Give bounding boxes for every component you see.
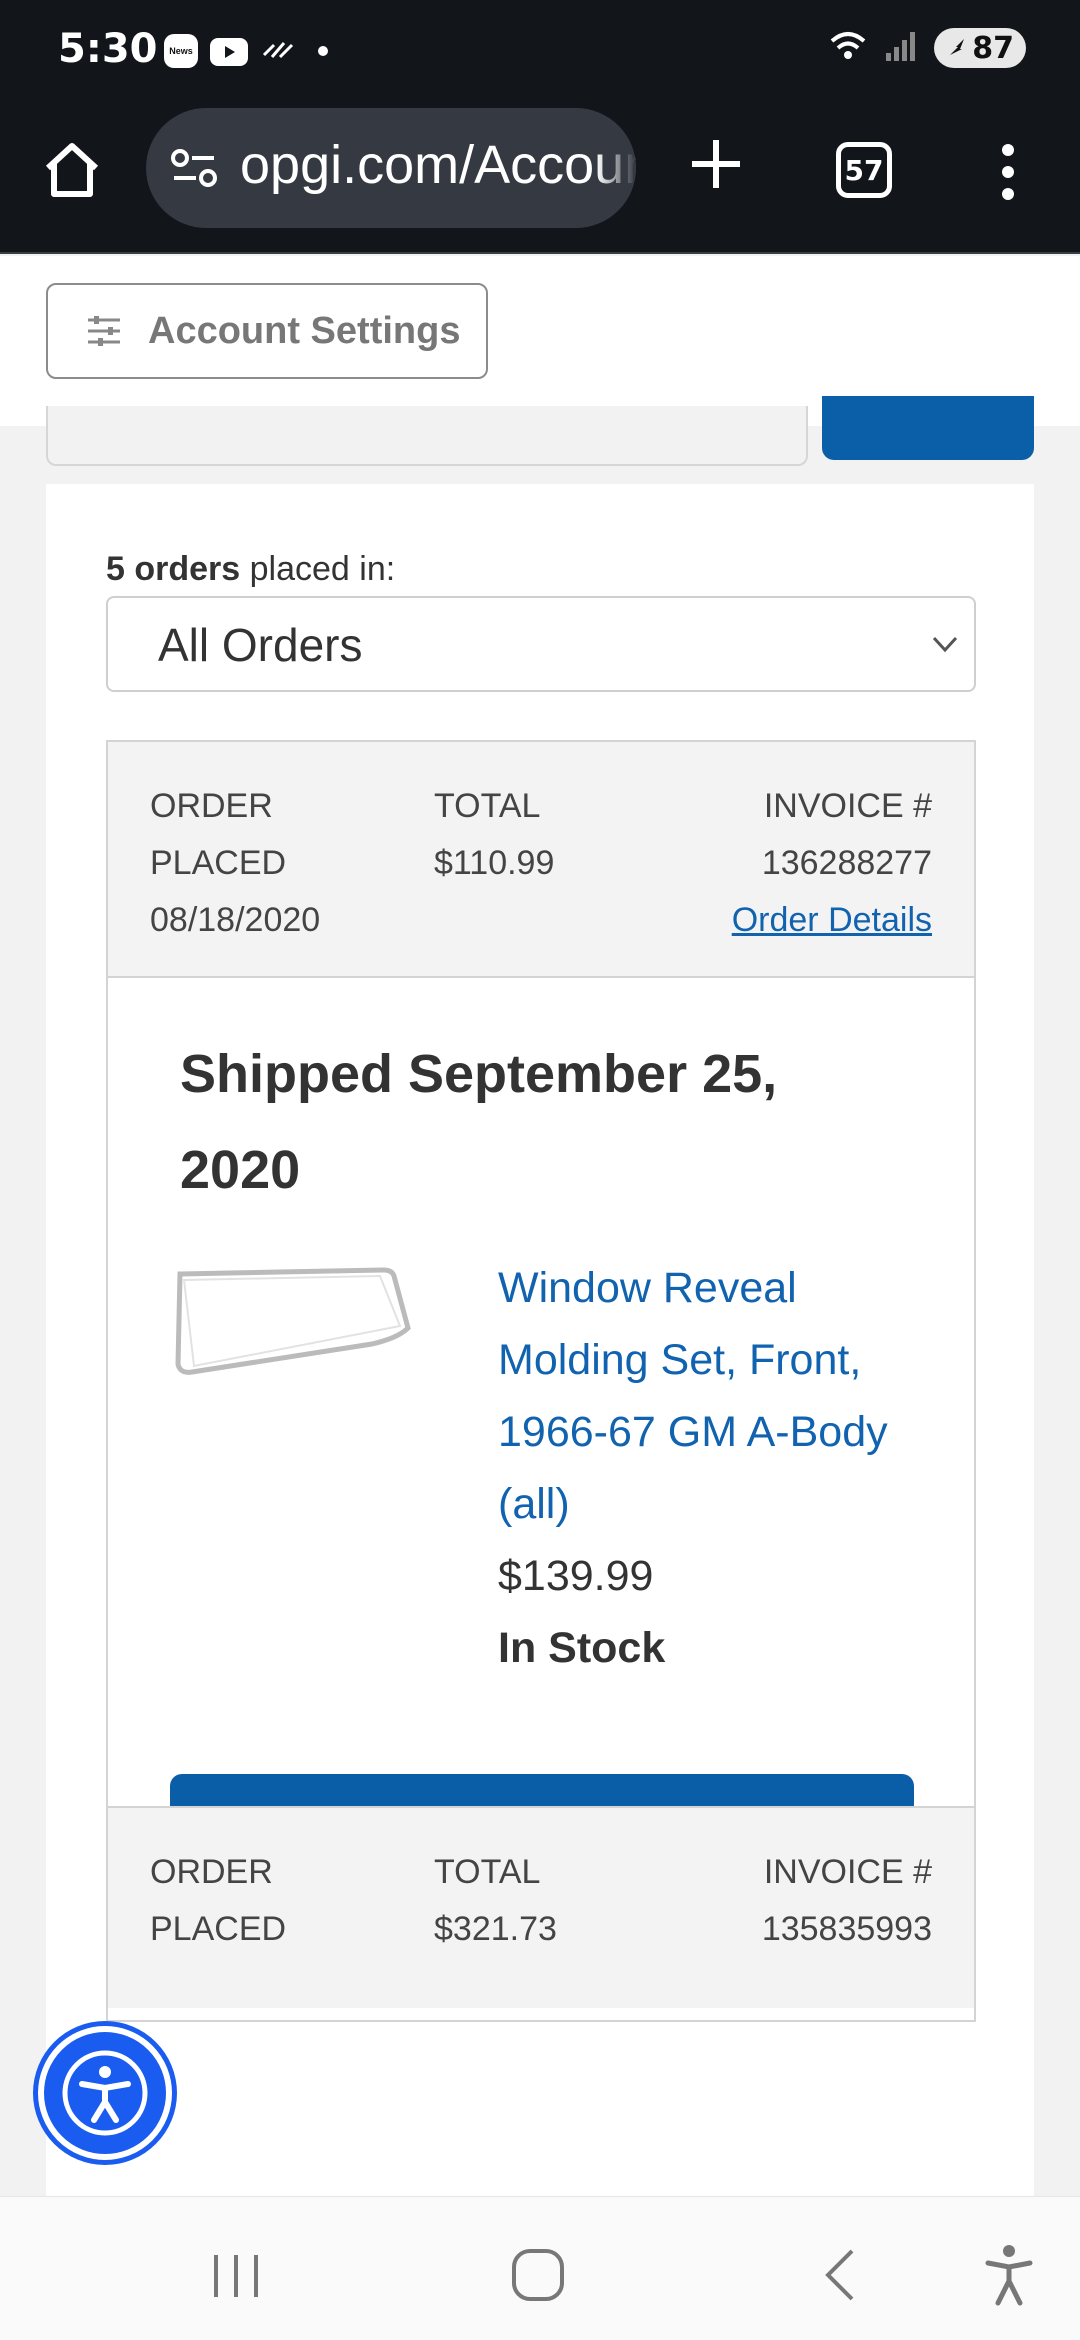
order-total: TOTAL $110.99 — [434, 778, 654, 892]
order-header: ORDER PLACED 08/18/2020 TOTAL $110.99 IN… — [108, 742, 974, 978]
site-settings-icon[interactable] — [170, 148, 220, 188]
status-time: 5:30 — [58, 26, 158, 72]
product-info: Window Reveal Molding Set, Front, 1966-6… — [498, 1252, 938, 1684]
recent-apps-icon[interactable] — [210, 2251, 262, 2301]
product-image[interactable] — [172, 1264, 412, 1384]
url-fade — [596, 108, 636, 228]
more-icon[interactable] — [990, 140, 1026, 204]
orders-filter-value: All Orders — [158, 619, 363, 671]
nav-home-icon[interactable] — [510, 2247, 566, 2303]
system-nav-bar — [0, 2196, 1080, 2340]
signal-icon — [884, 29, 918, 68]
order-total-value: $321.73 — [434, 1910, 557, 1948]
account-settings-label: Account Settings — [148, 309, 461, 352]
status-bar: 5:30 News 87 — [0, 0, 1080, 100]
url-text: opgi.com/Account — [240, 135, 636, 195]
order-invoice: INVOICE # 135835993 — [632, 1844, 932, 1958]
sliders-icon — [88, 316, 120, 346]
chevron-down-icon — [932, 636, 958, 653]
order-details-link[interactable]: Order Details — [732, 901, 932, 939]
youtube-icon — [210, 38, 248, 66]
battery-level: 87 — [972, 30, 1014, 66]
order-placed: ORDER PLACED 08/18/2020 — [150, 778, 400, 949]
accessibility-icon — [62, 2050, 148, 2136]
order-header: ORDER PLACED TOTAL $321.73 INVOICE # 135… — [108, 1808, 974, 2008]
browser-toolbar: opgi.com/Account 57 — [0, 100, 1080, 254]
account-settings-button[interactable]: Account Settings — [46, 283, 488, 379]
accessibility-shortcut-icon[interactable] — [984, 2243, 1034, 2307]
invoice-number: 135835993 — [761, 1910, 932, 1948]
orders-filter-select[interactable]: All Orders — [106, 596, 976, 692]
home-icon[interactable] — [40, 138, 104, 202]
address-bar[interactable]: opgi.com/Account — [146, 108, 636, 228]
missed-call-icon — [260, 33, 296, 68]
orders-card: 5 orders placed in: All Orders ORDER PLA… — [46, 484, 1034, 2196]
stock-status: In Stock — [498, 1624, 666, 1672]
battery-icon: 87 — [934, 28, 1026, 68]
product-name-link[interactable]: Window Reveal Molding Set, Front, 1966-6… — [498, 1252, 938, 1540]
tab-count: 57 — [844, 153, 884, 187]
tabs-icon[interactable]: 57 — [836, 142, 892, 198]
wifi-icon — [828, 29, 868, 68]
order-total: TOTAL $321.73 — [434, 1844, 654, 1958]
shipment-status-title: Shipped September 25, 2020 — [180, 1044, 778, 1200]
order-search-input[interactable] — [46, 406, 808, 466]
system-icons: 87 — [828, 28, 1026, 68]
order-placed: ORDER PLACED — [150, 1853, 287, 1948]
page-content: Account Settings 5 orders placed in: All… — [0, 256, 1080, 2196]
news-icon: News — [164, 33, 198, 68]
accessibility-button[interactable] — [38, 2026, 172, 2160]
plus-icon[interactable] — [684, 132, 748, 196]
orders-count: 5 orders placed in: — [106, 550, 396, 588]
notification-icons: News — [164, 33, 328, 68]
order-total-value: $110.99 — [434, 844, 555, 882]
order-card: ORDER PLACED TOTAL $321.73 INVOICE # 135… — [106, 1806, 976, 2008]
invoice-number: 136288277 — [761, 844, 932, 882]
order-date: 08/18/2020 — [150, 901, 321, 939]
nav-back-icon[interactable] — [820, 2247, 860, 2303]
dot-icon — [318, 45, 328, 56]
product-price: $139.99 — [498, 1552, 654, 1600]
order-invoice: INVOICE # 136288277 Order Details — [632, 778, 932, 949]
search-button[interactable] — [822, 396, 1034, 460]
